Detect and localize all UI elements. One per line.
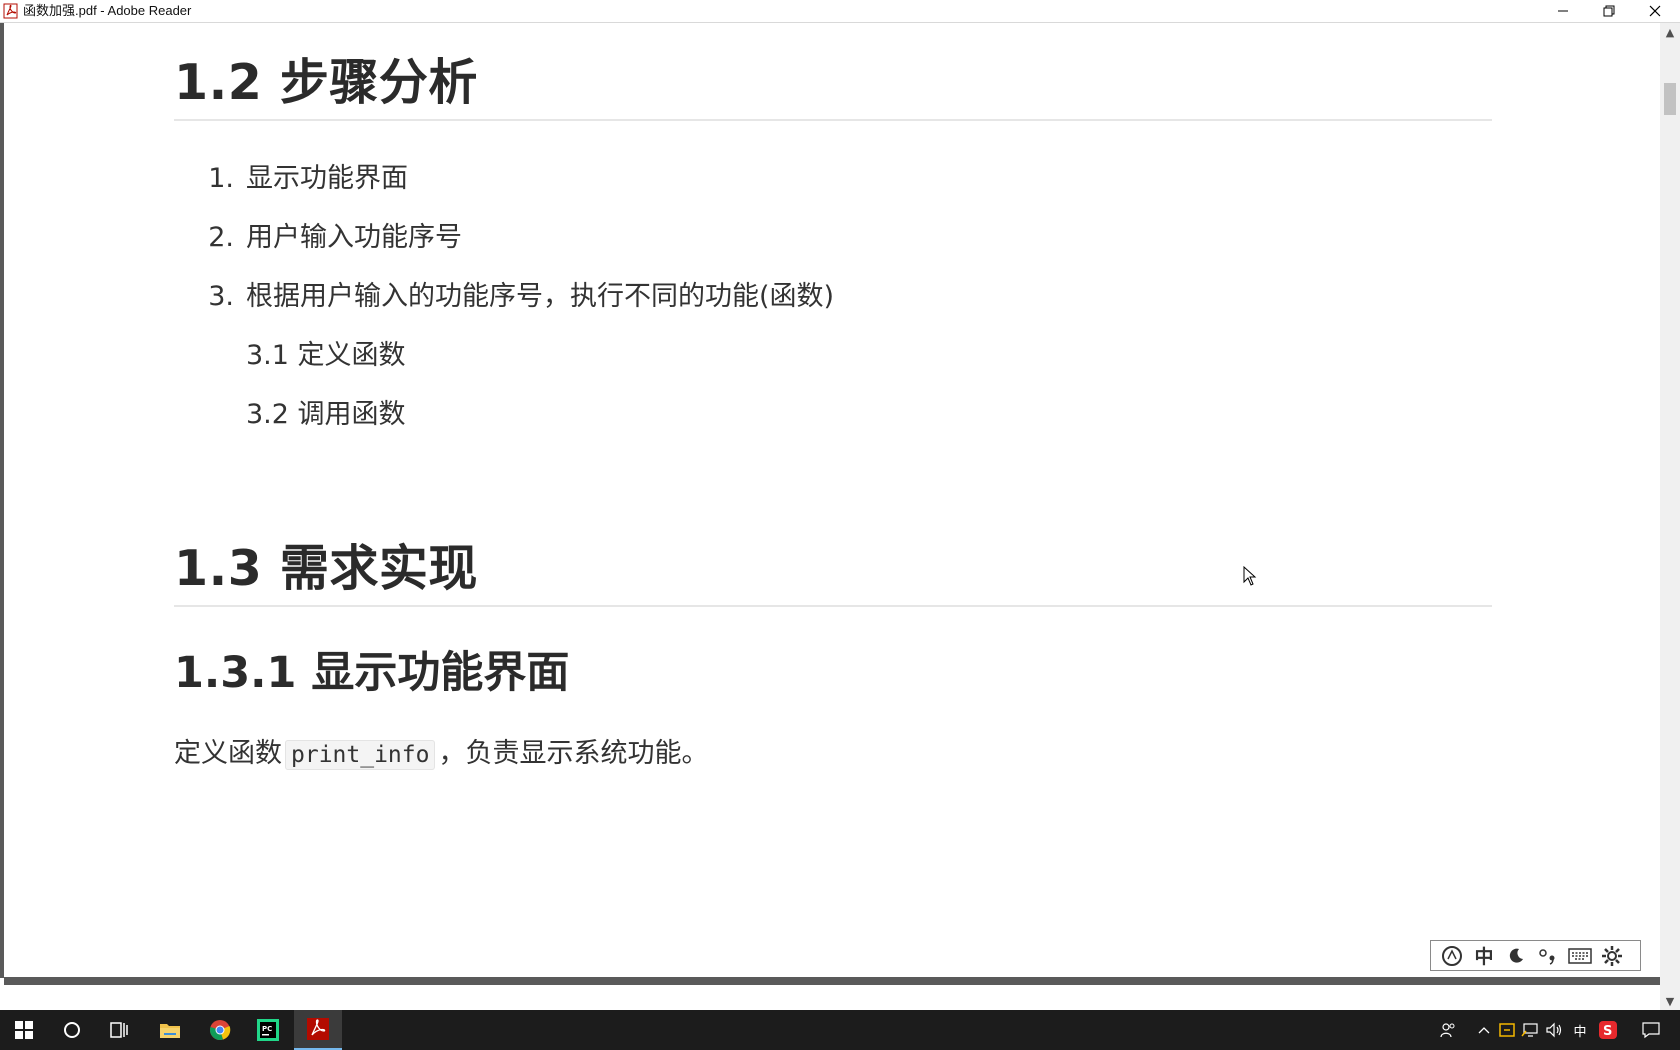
people-icon[interactable] [1436,1010,1460,1050]
restore-button[interactable] [1586,0,1632,22]
tray-app-icon[interactable] [1496,1010,1518,1050]
scrollbar-thumb[interactable] [1664,83,1676,115]
sub-list-item: 3.2 调用函数 [246,399,406,430]
ime-logo-icon[interactable] [1437,942,1467,970]
close-icon [1649,5,1661,17]
pycharm-icon: PC [257,1019,279,1041]
moon-icon[interactable] [1501,942,1531,970]
minimize-icon [1558,10,1568,12]
taskbar: PC 中 S [0,1010,1680,1050]
task-view-icon [110,1022,128,1038]
paragraph: 定义函数 print_info ，负责显示系统功能。 [174,731,708,770]
vertical-scrollbar[interactable]: ▲ ▼ [1660,23,1680,1010]
file-explorer-button[interactable] [146,1010,194,1050]
acrobat-taskbar-button[interactable] [294,1010,342,1050]
cortana-icon [64,1022,80,1038]
input-method-indicator[interactable]: 中 [1568,1010,1592,1050]
minimize-button[interactable] [1540,0,1586,22]
heading-1-3-1: 1.3.1 显示功能界面 [174,648,570,698]
paragraph-text: ，负责显示系统功能。 [438,738,709,769]
show-hidden-icons-chevron-up-icon[interactable] [1472,1010,1496,1050]
chrome-icon [210,1020,231,1040]
svg-text:S: S [1603,1024,1612,1039]
volume-icon[interactable] [1543,1010,1565,1050]
svg-text:PC: PC [262,1025,272,1033]
task-view-button[interactable] [96,1010,144,1050]
heading-1-2: 1.2 步骤分析 [174,54,478,111]
heading-rule [174,119,1492,121]
list-text: 显示功能界面 [246,163,408,194]
acrobat-app-icon[interactable] [3,3,19,19]
pycharm-button[interactable]: PC [244,1010,292,1050]
restore-icon [1603,5,1615,17]
gear-icon[interactable] [1597,942,1627,970]
windows-logo-icon [15,1021,33,1039]
acrobat-icon [307,1018,329,1040]
sub-list-item: 3.1 定义函数 [246,340,406,371]
heading-rule [174,605,1492,607]
list-item: 2. 用户输入功能序号 [194,215,462,254]
ime-toolbar: 中 [1430,940,1641,971]
mouse-cursor-icon [1243,566,1257,586]
pdf-page-next [4,985,1660,1005]
page-separator [4,977,1660,985]
start-button[interactable] [0,1010,48,1050]
ime-mode-toggle[interactable]: 中 [1469,942,1499,970]
scroll-up-arrow-icon[interactable]: ▲ [1660,23,1680,41]
punctuation-icon[interactable] [1533,942,1563,970]
paragraph-text: 定义函数 [174,738,282,769]
network-icon[interactable] [1519,1010,1541,1050]
sogou-icon[interactable]: S [1596,1010,1620,1050]
cortana-button[interactable] [48,1010,96,1050]
list-number: 1. [208,163,234,194]
title-bar: 函数加强.pdf - Adobe Reader [0,0,1680,23]
list-number: 3. [208,281,234,312]
list-number: 2. [208,222,234,253]
action-center-icon[interactable] [1634,1010,1668,1050]
chrome-button[interactable] [196,1010,244,1050]
file-explorer-icon [160,1024,180,1038]
list-item: 3. 根据用户输入的功能序号，执行不同的功能(函数) [194,274,834,313]
document-view[interactable]: 1.2 步骤分析 1. 显示功能界面 2. 用户输入功能序号 3. 根据用户输入的功能… [0,23,1660,1005]
heading-1-3: 1.3 需求实现 [174,540,478,597]
window-title: 函数加强.pdf - Adobe Reader [23,3,192,18]
scroll-down-arrow-icon[interactable]: ▼ [1660,992,1680,1010]
keyboard-icon[interactable] [1565,942,1595,970]
pdf-page: 1.2 步骤分析 1. 显示功能界面 2. 用户输入功能序号 3. 根据用户输入的功能… [4,23,1660,978]
list-text: 根据用户输入的功能序号，执行不同的功能(函数) [246,281,835,312]
list-text: 用户输入功能序号 [246,222,462,253]
list-item: 1. 显示功能界面 [194,156,408,195]
close-button[interactable] [1632,0,1678,22]
inline-code: print_info [285,740,436,770]
